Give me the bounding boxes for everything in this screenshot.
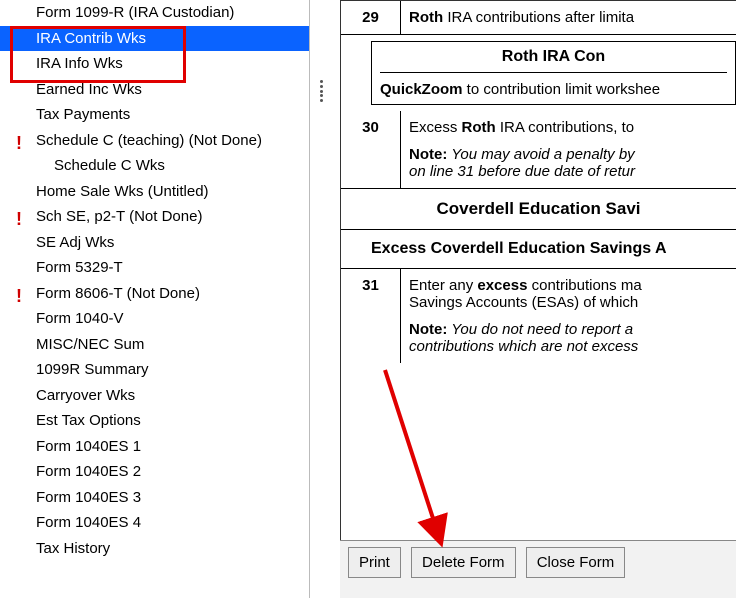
tree-item[interactable]: Est Tax Options: [0, 408, 309, 434]
tree-item[interactable]: 1099R Summary: [0, 357, 309, 383]
tree-item-label: Schedule C (teaching) (Not Done): [36, 132, 262, 149]
tree-item-label: Earned Inc Wks: [36, 81, 142, 98]
tree-item-label: Form 1040ES 1: [36, 438, 141, 455]
tree-item[interactable]: Form 5329-T: [0, 255, 309, 281]
tree-item-label: Tax Payments: [36, 106, 130, 123]
print-button[interactable]: Print: [348, 547, 401, 578]
tree-item-label: Carryover Wks: [36, 387, 135, 404]
form-tree-sidebar: Form 1099-R (IRA Custodian) IRA Contrib W…: [0, 0, 310, 598]
tree-item-label: IRA Contrib Wks: [36, 30, 146, 47]
button-bar: Print Delete Form Close Form: [340, 540, 736, 598]
splitter-handle[interactable]: [318, 80, 326, 102]
tree-item[interactable]: !Sch SE, p2-T (Not Done): [0, 204, 309, 230]
line-number: 31: [341, 269, 401, 363]
tree-item-label: Est Tax Options: [36, 412, 141, 429]
line-text: Roth IRA contributions after limita: [401, 1, 736, 34]
close-form-button[interactable]: Close Form: [526, 547, 626, 578]
line-number: 29: [341, 1, 401, 34]
tree-item[interactable]: Form 1040ES 2: [0, 459, 309, 485]
section-title: Coverdell Education Savi: [341, 189, 736, 230]
section-subtitle: Excess Coverdell Education Savings A: [341, 230, 736, 269]
quickzoom-text: QuickZoom to contribution limit workshee: [380, 72, 727, 98]
tree-item-label: Tax History: [36, 540, 110, 557]
box-title: Roth IRA Con: [380, 48, 727, 72]
tree-item-label: Form 1040-V: [36, 310, 124, 327]
quickzoom-box: Roth IRA Con QuickZoom to contribution l…: [371, 41, 736, 105]
tree-item[interactable]: MISC/NEC Sum: [0, 332, 309, 358]
tree-item[interactable]: Form 1040ES 1: [0, 434, 309, 460]
tree-item[interactable]: Earned Inc Wks: [0, 77, 309, 103]
tree-item[interactable]: Home Sale Wks (Untitled): [0, 179, 309, 205]
tree-item-label: Schedule C Wks: [54, 157, 165, 174]
tree-item-label: Form 5329-T: [36, 259, 123, 276]
tree-item-label: MISC/NEC Sum: [36, 336, 144, 353]
tree-item[interactable]: Schedule C Wks: [0, 153, 309, 179]
line-text: Enter any excess contributions ma Saving…: [401, 269, 736, 363]
tree-item-label: Home Sale Wks (Untitled): [36, 183, 209, 200]
line-text: Excess Roth IRA contributions, to Note: …: [401, 111, 736, 188]
tree-item[interactable]: SE Adj Wks: [0, 230, 309, 256]
tree-item[interactable]: !Schedule C (teaching) (Not Done): [0, 128, 309, 154]
delete-form-button[interactable]: Delete Form: [411, 547, 516, 578]
tree-item[interactable]: Form 1099-R (IRA Custodian): [0, 0, 309, 26]
tree-item[interactable]: Form 1040ES 4: [0, 510, 309, 536]
tree-item[interactable]: Form 1040-V: [0, 306, 309, 332]
tree-item[interactable]: Tax Payments: [0, 102, 309, 128]
tree-item[interactable]: Form 1040ES 3: [0, 485, 309, 511]
tree-item-label: 1099R Summary: [36, 361, 149, 378]
tree-item[interactable]: Carryover Wks: [0, 383, 309, 409]
tree-item[interactable]: IRA Contrib Wks: [0, 26, 309, 52]
line-number: 30: [341, 111, 401, 188]
tree-item[interactable]: Tax History: [0, 536, 309, 562]
tree-item-label: Form 1040ES 2: [36, 463, 141, 480]
tree-item-label: IRA Info Wks: [36, 55, 123, 72]
tree-item-label: Form 8606-T (Not Done): [36, 285, 200, 302]
tree-item-label: Form 1040ES 4: [36, 514, 141, 531]
tree-item[interactable]: IRA Info Wks: [0, 51, 309, 77]
form-content: 29 Roth IRA contributions after limita R…: [340, 0, 736, 540]
tree-item[interactable]: !Form 8606-T (Not Done): [0, 281, 309, 307]
tree-item-label: Sch SE, p2-T (Not Done): [36, 208, 202, 225]
tree-item-label: SE Adj Wks: [36, 234, 114, 251]
tree-item-label: Form 1099-R (IRA Custodian): [36, 4, 234, 21]
tree-item-label: Form 1040ES 3: [36, 489, 141, 506]
